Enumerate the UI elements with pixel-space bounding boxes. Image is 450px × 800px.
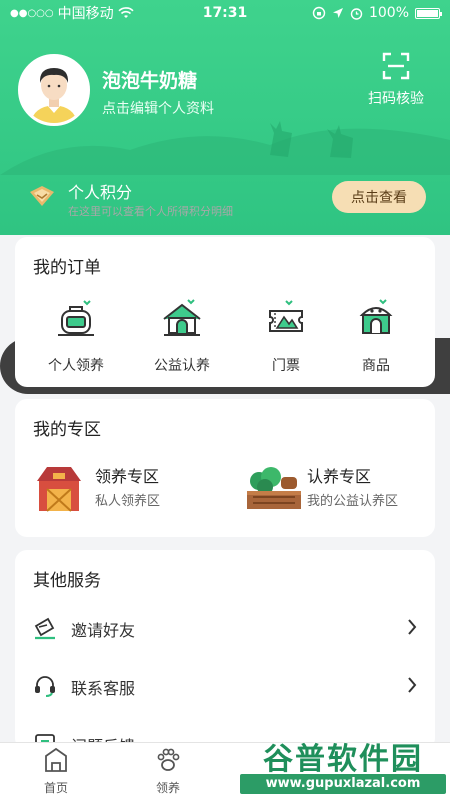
tab-home[interactable]: 首页 [16, 747, 96, 796]
services-title: 其他服务 [33, 571, 101, 591]
home-icon [45, 747, 67, 772]
service-row-contact[interactable]: 联系客服 [15, 658, 435, 716]
paw-icon [157, 748, 180, 771]
battery-icon [415, 7, 442, 19]
edit-profile-link[interactable]: 点击编辑个人资料 [102, 98, 214, 118]
username[interactable]: 泡泡牛奶糖 [102, 66, 197, 93]
scan-verify-button[interactable]: 扫码核验 [360, 52, 432, 108]
zone-item-subtitle: 私人领养区 [95, 494, 161, 509]
status-bar: ●●○○○ 中国移动 17:31 100% [0, 0, 450, 26]
order-label: 门票 [272, 358, 300, 374]
watermark: 谷普软件园 www.gupuxlazal.com [240, 734, 446, 796]
wifi-icon [118, 7, 134, 18]
barn-icon [37, 467, 81, 512]
battery-fill [417, 9, 438, 17]
zone-item-adoption[interactable]: 领养专区 私人领养区 [33, 461, 213, 517]
carrier-label: 中国移动 [57, 6, 114, 22]
zone-item-title: 认养专区 [307, 467, 372, 486]
chevron-right-icon [408, 677, 417, 693]
view-points-button[interactable]: 点击查看 [332, 181, 426, 213]
shop-icon [359, 299, 393, 334]
ticket-icon [269, 300, 303, 332]
watermark-title: 谷普软件园 [263, 742, 423, 777]
order-item-products[interactable]: 商品 [333, 297, 419, 375]
points-card[interactable]: 个人积分 在这里可以查看个人所得积分明细 点击查看 [0, 169, 450, 394]
order-item-charity-adoption[interactable]: 公益认养 [139, 297, 225, 375]
avatar-person-icon [21, 57, 87, 123]
chevron-right-icon [408, 619, 417, 635]
order-item-tickets[interactable]: 门票 [243, 297, 329, 375]
garden-icon [247, 467, 301, 509]
service-label: 联系客服 [71, 679, 136, 698]
points-title: 个人积分 [68, 183, 133, 202]
scan-icon [382, 52, 410, 80]
order-label: 商品 [362, 358, 390, 374]
order-item-personal-adoption[interactable]: 个人领养 [33, 297, 119, 375]
points-subtitle: 在这里可以查看个人所得积分明细 [68, 205, 233, 218]
alarm-icon [350, 7, 363, 20]
order-label: 公益认养 [154, 358, 210, 374]
scan-label: 扫码核验 [368, 91, 424, 107]
points-icon [30, 186, 54, 206]
headset-icon [35, 676, 55, 697]
tab-label: 首页 [43, 781, 68, 795]
tab-label: 领养 [155, 781, 180, 795]
zone-card: 我的专区 领养专区 私人领养区 认养专区 我的公益认养区 [15, 399, 435, 537]
orders-card: 我的订单 个人领养 公益认养 门票 商品 [15, 237, 435, 387]
service-row-invite[interactable]: 邀请好友 [15, 600, 435, 658]
rotation-lock-icon [312, 6, 326, 20]
zone-title: 我的专区 [33, 420, 101, 440]
tab-adopt[interactable]: 领养 [128, 747, 208, 796]
zone-item-sponsorship[interactable]: 认养专区 我的公益认养区 [245, 461, 425, 517]
zone-item-title: 领养专区 [95, 467, 160, 486]
pet-house-icon [163, 299, 201, 336]
avatar[interactable] [18, 54, 90, 126]
orders-title: 我的订单 [33, 258, 101, 278]
order-label: 个人领养 [48, 358, 104, 374]
watermark-url: www.gupuxlazal.com [240, 774, 446, 794]
services-card: 其他服务 邀请好友 联系客服 问题反馈 [15, 550, 435, 750]
invite-icon [34, 617, 55, 640]
service-label: 邀请好友 [71, 621, 136, 640]
location-icon [332, 8, 343, 18]
cage-icon [58, 300, 94, 336]
zone-item-subtitle: 我的公益认养区 [307, 494, 399, 509]
battery-percent: 100% [368, 5, 409, 21]
signal-icon: ●●○○○ [10, 7, 54, 19]
